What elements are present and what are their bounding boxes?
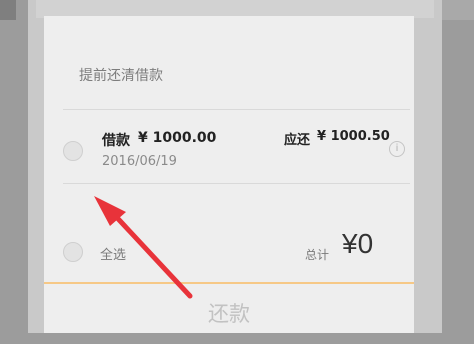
info-icon[interactable]: i	[389, 141, 405, 157]
loan-date: 2016/06/19	[102, 154, 177, 169]
background-left-edge	[0, 0, 16, 20]
divider-top	[63, 109, 410, 110]
due-label: 应还	[284, 133, 311, 148]
total-label: 总计	[305, 248, 330, 262]
section-title: 提前还清借款	[79, 68, 163, 84]
total-value: ¥0	[342, 228, 374, 259]
early-repayment-sheet: 提前还清借款 借款 ¥ 1000.00 2016/06/19 应还 ¥ 1000…	[44, 16, 414, 333]
divider-bottom	[63, 183, 410, 184]
loan-select-radio[interactable]	[63, 141, 83, 161]
repay-button[interactable]: 还款	[44, 284, 414, 333]
due-amount: ¥ 1000.50	[317, 129, 390, 144]
background-right-edge	[438, 0, 474, 20]
select-all-radio[interactable]	[63, 242, 83, 262]
loan-label: 借款	[102, 133, 130, 149]
select-all-label: 全选	[100, 248, 127, 263]
loan-amount: ¥ 1000.00	[138, 130, 217, 146]
